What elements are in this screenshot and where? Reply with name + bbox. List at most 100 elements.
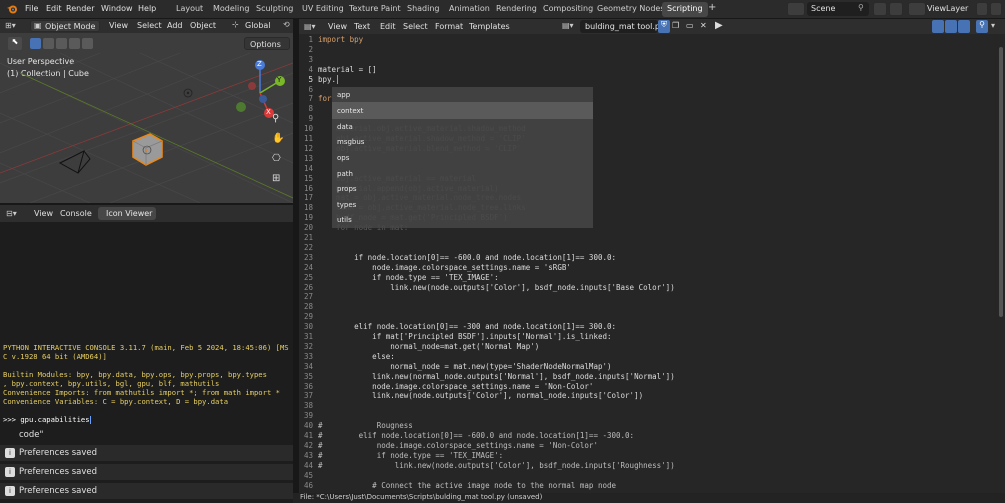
unlink-text-icon[interactable]: ✕ [700, 21, 707, 30]
sidebar-dropdown-icon[interactable]: ▾ [991, 21, 995, 30]
tab-texture-paint[interactable]: Texture Paint [349, 4, 401, 13]
transform-orientation-icon[interactable]: ⊹ [232, 20, 239, 29]
autocomplete-item[interactable]: props [337, 185, 357, 193]
open-text-icon[interactable]: ▭ [686, 21, 694, 30]
viewport-menu-object[interactable]: Object [190, 21, 216, 30]
ortho-grid-icon[interactable]: ⊞ [272, 173, 286, 187]
autocomplete-item[interactable]: msgbus [337, 138, 364, 146]
blender-logo-icon[interactable] [6, 3, 18, 15]
autocomplete-popup[interactable]: app context data msgbus ops path props t… [332, 87, 593, 228]
tab-uv-editing[interactable]: UV Editing [302, 4, 344, 13]
tab-compositing[interactable]: Compositing [543, 4, 593, 13]
pin-scene-icon[interactable]: ⚲ [858, 3, 864, 12]
console-menu-console[interactable]: Console [60, 209, 92, 218]
menu-file[interactable]: File [25, 4, 38, 13]
console-input-line[interactable]: >>> gpu.capabilities [3, 415, 93, 424]
mode-dropdown[interactable]: ▣ Object Mode [30, 20, 100, 32]
tab-geometry-nodes[interactable]: Geometry Nodes [597, 4, 664, 13]
autocomplete-item[interactable]: types [337, 201, 356, 209]
code-line[interactable]: link.new(node.outputs['Color'], bsdf_nod… [318, 283, 674, 292]
code-line[interactable]: link.new(node.outputs['Color'], normal_n… [318, 391, 643, 400]
word-wrap-toggle[interactable] [945, 20, 957, 33]
new-scene-button[interactable] [873, 2, 887, 16]
duplicate-text-icon[interactable]: ❐ [672, 21, 679, 30]
new-view-layer-button[interactable] [976, 2, 988, 16]
menu-help[interactable]: Help [138, 4, 156, 13]
code-line[interactable]: # link.new(node.outputs['Color'], bsdf_n… [318, 461, 675, 470]
code-line[interactable]: normal_node = mat.new(type='ShaderNodeNo… [318, 362, 611, 371]
add-workspace-button[interactable]: + [708, 2, 716, 13]
tab-layout[interactable]: Layout [176, 4, 203, 13]
3d-viewport[interactable]: ⊞▾ ▣ Object Mode View Select Add Object … [0, 19, 293, 203]
code-line[interactable]: # elif node.location[0]== -600.0 and nod… [318, 431, 634, 440]
code-line[interactable]: node.image.colorspace_settings.name = 's… [318, 263, 571, 272]
editor-scrollbar[interactable] [999, 47, 1003, 317]
autocomplete-item[interactable]: app [337, 91, 350, 99]
fake-user-shield-icon[interactable]: ⛨ [658, 20, 670, 33]
viewport-menu-add[interactable]: Add [167, 21, 183, 30]
code-line[interactable]: # if node.type == 'TEX_IMAGE': [318, 451, 503, 460]
autocomplete-item[interactable]: utils [337, 216, 352, 224]
menu-edit[interactable]: Edit [46, 4, 62, 13]
delete-scene-button[interactable] [889, 2, 903, 16]
code-line[interactable]: # Rougness [318, 421, 413, 430]
tab-scripting[interactable]: Scripting [662, 2, 708, 17]
delete-view-layer-button[interactable] [990, 2, 1002, 16]
console-input-text[interactable]: gpu.capabilities [20, 415, 89, 424]
tab-shading[interactable]: Shading [407, 4, 440, 13]
code-line[interactable]: # Connect the active image node to the n… [318, 481, 616, 490]
tab-rendering[interactable]: Rendering [496, 4, 537, 13]
code-line[interactable]: if node.location[0]== -600.0 and node.lo… [318, 253, 616, 262]
report-item[interactable]: i Preferences saved [0, 464, 293, 480]
text-datablock-icon[interactable]: ▤▾ [562, 21, 574, 30]
code-line[interactable]: else: [318, 352, 395, 361]
text-filename-field[interactable]: bulding_mat tool.py [580, 20, 665, 33]
code-line[interactable]: bpy. [318, 75, 336, 84]
icon-viewer-button[interactable]: Icon Viewer [98, 207, 156, 220]
autocomplete-item[interactable]: path [337, 170, 353, 178]
tab-animation[interactable]: Animation [449, 4, 490, 13]
camera-view-icon[interactable]: ⎔ [272, 153, 286, 167]
line-numbers-toggle[interactable] [932, 20, 944, 33]
zoom-icon[interactable]: ⚲ [272, 113, 286, 127]
editor-menu-templates[interactable]: Templates [469, 22, 510, 31]
report-item[interactable]: i Preferences saved [0, 483, 293, 499]
find-icon[interactable]: ⚲ [976, 20, 988, 33]
text-editor-type-icon[interactable]: ▤▾ [304, 22, 316, 31]
editor-menu-text[interactable]: Text [354, 22, 370, 31]
code-line[interactable]: if mat['Principled BSDF'].inputs['Normal… [318, 332, 611, 341]
tab-sculpting[interactable]: Sculpting [256, 4, 293, 13]
run-script-icon[interactable]: ▶ [715, 20, 723, 31]
autocomplete-item[interactable]: ops [337, 154, 349, 162]
autocomplete-item[interactable]: context [337, 107, 363, 115]
code-line[interactable]: if node.type == 'TEX_IMAGE': [318, 273, 498, 282]
code-line[interactable]: link.new(normal_node.outputs['Normal'], … [318, 372, 675, 381]
viewport-menu-view[interactable]: View [109, 21, 128, 30]
python-console[interactable]: ⊟▾ View Console Icon Viewer PYTHON INTER… [0, 205, 293, 425]
report-item[interactable]: i Preferences saved [0, 445, 293, 461]
syntax-highlight-toggle[interactable] [958, 20, 970, 33]
menu-render[interactable]: Render [66, 4, 94, 13]
view-layer-type-button[interactable] [908, 2, 926, 16]
code-line[interactable]: # node.image.colorspace_settings.name = … [318, 441, 598, 450]
viewport-menu-select[interactable]: Select [137, 21, 162, 30]
code-line[interactable]: elif node.location[0]== -300 and node.lo… [318, 322, 616, 331]
editor-menu-view[interactable]: View [328, 22, 347, 31]
menu-window[interactable]: Window [101, 4, 133, 13]
editor-menu-select[interactable]: Select [403, 22, 428, 31]
editor-type-icon[interactable]: ⊞▾ [5, 21, 16, 30]
tab-modeling[interactable]: Modeling [213, 4, 249, 13]
pan-hand-icon[interactable]: ✋ [272, 133, 286, 147]
code-line[interactable]: import bpy [318, 35, 363, 44]
console-editor-type-icon[interactable]: ⊟▾ [6, 209, 17, 218]
code-line[interactable]: material = [] [318, 65, 377, 74]
editor-menu-edit[interactable]: Edit [380, 22, 396, 31]
console-menu-view[interactable]: View [34, 209, 53, 218]
orientation-label[interactable]: Global [245, 21, 271, 30]
editor-menu-format[interactable]: Format [435, 22, 463, 31]
autocomplete-item[interactable]: data [337, 123, 353, 131]
scene-type-button[interactable] [787, 2, 805, 16]
view-layer-field[interactable]: ViewLayer [926, 2, 976, 16]
pivot-icon[interactable]: ⟲ [283, 20, 290, 29]
code-line[interactable]: normal_node=mat.get('Normal Map') [318, 342, 539, 351]
